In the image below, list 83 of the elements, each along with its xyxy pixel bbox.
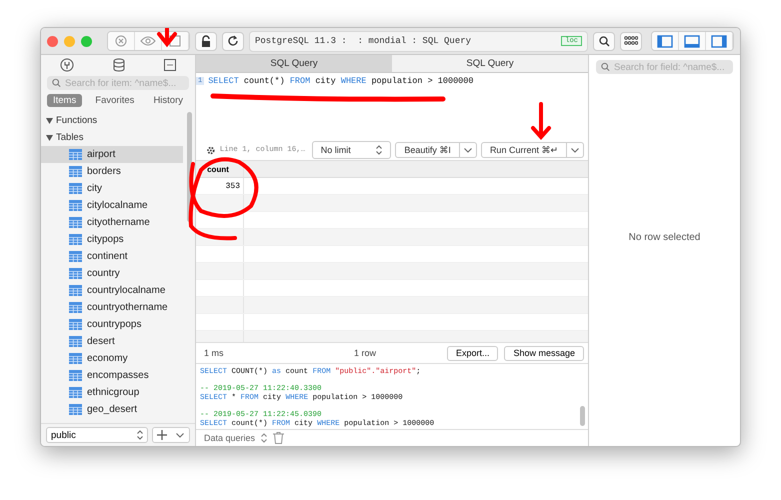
table-icon (69, 285, 82, 296)
sql-file-icon[interactable] (164, 59, 176, 71)
table-item[interactable]: encompasses (41, 367, 183, 384)
chevron-down-icon[interactable] (171, 428, 189, 442)
table-item[interactable]: cityothername (41, 214, 183, 231)
search-icon (52, 78, 62, 88)
table-item[interactable]: countrypops (41, 316, 183, 333)
updown-icon (376, 145, 382, 155)
query-tab[interactable]: SQL Query (196, 55, 392, 73)
field-search-field[interactable]: Search for field: ^name$... (596, 60, 733, 74)
column-header[interactable]: count (196, 161, 244, 177)
table-item[interactable]: borders (41, 163, 183, 180)
table-item[interactable]: countryothername (41, 299, 183, 316)
show-message-button[interactable]: Show message (504, 346, 584, 360)
search-icon (601, 62, 610, 72)
log-filter-select[interactable]: Data queries (204, 433, 256, 443)
table-item[interactable]: airport (41, 146, 183, 163)
scrollbar[interactable] (187, 112, 192, 222)
query-tab[interactable]: SQL Query (392, 55, 588, 73)
disclosure-icon (46, 118, 53, 124)
table-item[interactable]: citypops (41, 231, 183, 248)
table-icon (69, 183, 82, 194)
panel-toggle-icon[interactable] (652, 32, 679, 50)
lock-icon[interactable] (195, 32, 217, 50)
table-icon (69, 251, 82, 262)
plug-icon[interactable] (60, 58, 74, 72)
table-icon (69, 370, 82, 381)
query-time: 1 ms (204, 348, 225, 358)
table-icon (69, 268, 82, 279)
table-icon (69, 404, 82, 415)
tree-group[interactable]: Functions (41, 112, 195, 129)
close-button[interactable] (47, 36, 58, 46)
table-icon (69, 387, 82, 398)
scrollbar[interactable] (580, 406, 585, 426)
run-button[interactable]: Run Current ⌘↵ (480, 142, 567, 158)
gear-icon[interactable] (206, 144, 216, 156)
database-icon[interactable] (112, 58, 125, 72)
row-count: 1 row (354, 348, 378, 358)
updown-icon[interactable] (261, 433, 268, 443)
chevron-down-icon[interactable] (567, 142, 584, 158)
updown-icon (137, 430, 143, 440)
table-item[interactable]: citylocalname (41, 197, 183, 214)
table-icon (69, 353, 82, 364)
table-item[interactable]: economy (41, 350, 183, 367)
disclosure-icon (46, 134, 53, 140)
table-icon (69, 166, 82, 177)
table-cell: 353 (196, 178, 244, 194)
connection-title: PostgreSQL 11.3 : : mondial : SQL Query (255, 36, 472, 46)
panel-toggle-icon[interactable] (679, 32, 706, 50)
grid-icon[interactable] (620, 32, 642, 50)
export-button[interactable]: Export... (446, 346, 498, 360)
table-item[interactable]: desert (41, 333, 183, 350)
table-item[interactable]: geo_desert (41, 401, 183, 418)
search-field[interactable]: Search for item: ^name$... (47, 76, 189, 90)
arrow-annotation (531, 102, 551, 140)
table-icon (69, 217, 82, 228)
table-item[interactable]: countrylocalname (41, 282, 183, 299)
table-icon (69, 200, 82, 211)
tree-group[interactable]: Tables (41, 129, 195, 146)
chevron-down-icon[interactable] (460, 142, 477, 158)
sidebar-tab[interactable]: Favorites (89, 94, 140, 107)
table-icon (69, 336, 82, 347)
table-icon (69, 149, 82, 160)
sidebar-tab[interactable]: History (147, 94, 189, 107)
empty-message: No row selected (628, 231, 702, 245)
reload-icon[interactable] (222, 32, 244, 50)
limit-select[interactable]: No limit (312, 141, 392, 159)
query-text: SELECT count(*) FROM city WHERE population > 1000000 (208, 76, 474, 86)
table-icon (69, 302, 82, 313)
table-item[interactable]: city (41, 180, 183, 197)
search-icon[interactable] (593, 32, 615, 50)
arrow-annotation (157, 28, 177, 48)
beautify-button[interactable]: Beautify ⌘I (395, 142, 460, 158)
panel-toggle-icon[interactable] (706, 32, 733, 50)
eye-icon[interactable] (135, 32, 162, 50)
add-icon[interactable] (153, 428, 171, 442)
trash-icon[interactable] (273, 432, 284, 444)
table-icon (69, 234, 82, 245)
table-icon (69, 319, 82, 330)
schema-select[interactable]: public (46, 427, 148, 443)
table-item[interactable]: continent (41, 248, 183, 265)
table-item[interactable]: country (41, 265, 183, 282)
table-item[interactable]: ethnicgroup (41, 384, 183, 401)
